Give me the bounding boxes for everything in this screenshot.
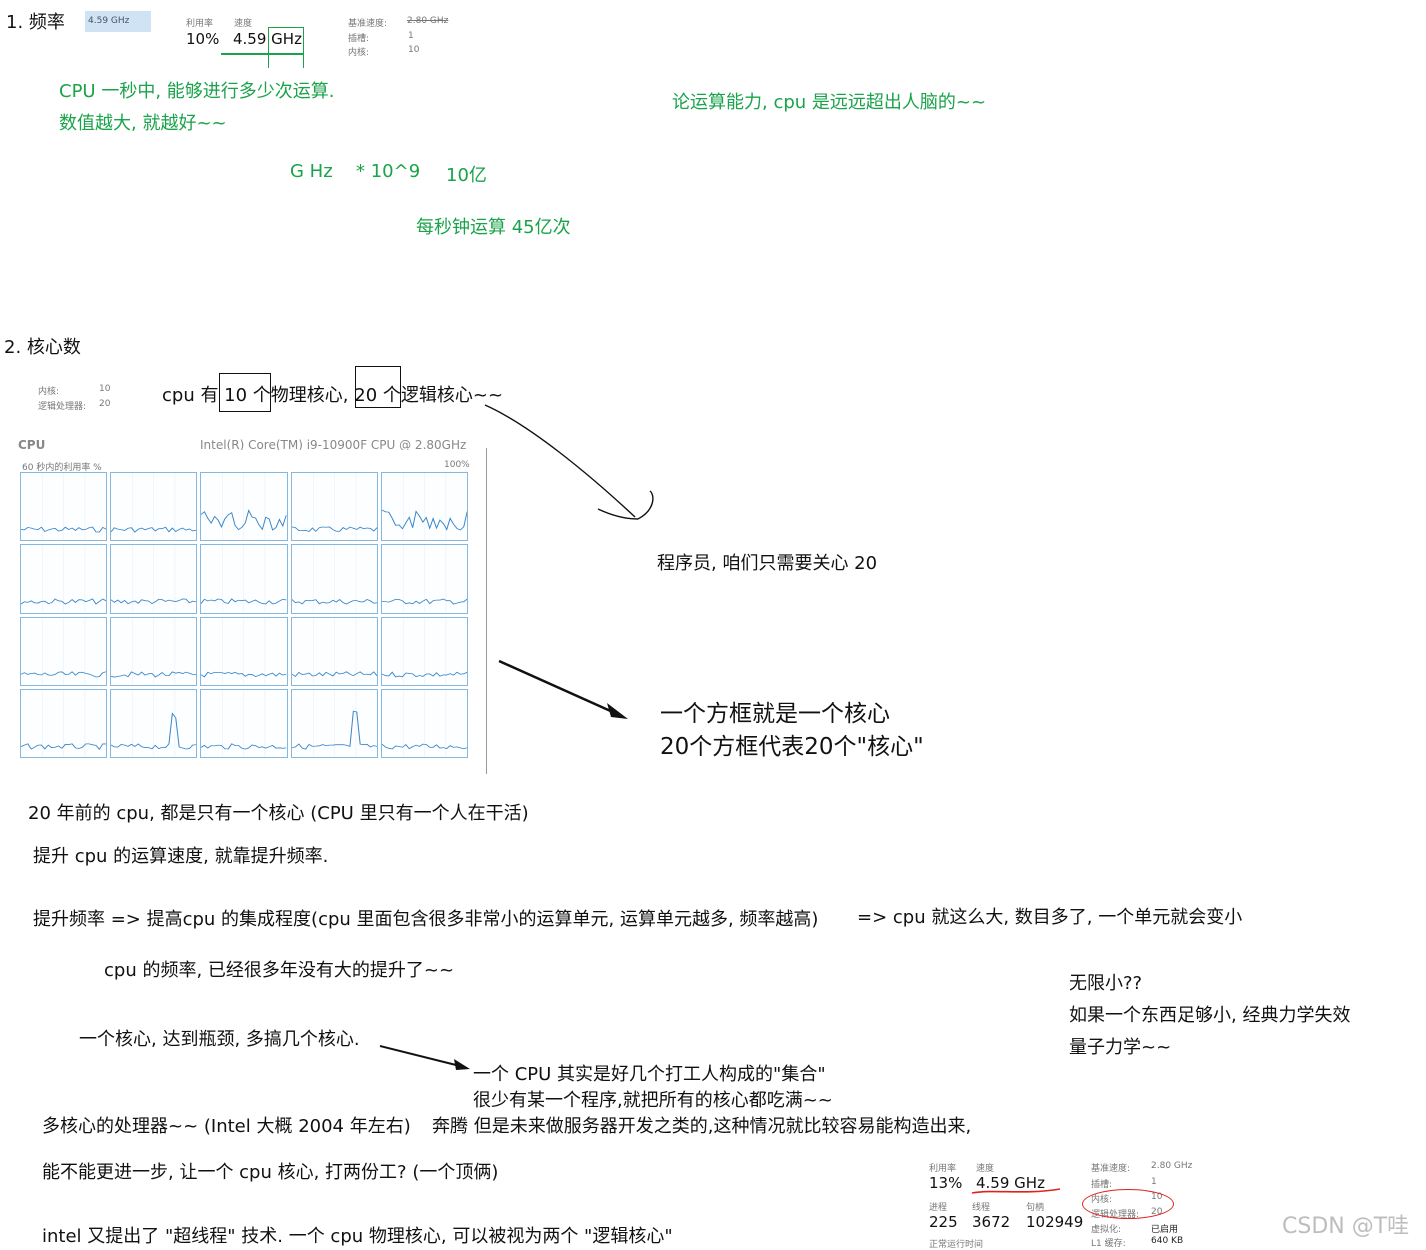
text-infinitely-small: 无限小?? bbox=[1069, 973, 1143, 994]
bp-proc-value: 225 bbox=[929, 1213, 958, 1231]
logical-core-box-mark bbox=[355, 366, 401, 408]
csdn-watermark: CSDN @T哇 bbox=[1282, 1214, 1410, 1239]
logical-label-2: 逻辑处理器: bbox=[38, 402, 87, 412]
box-note-2: 20个方框代表20个"核心" bbox=[660, 734, 924, 760]
base-speed-value: 2.80 GHz bbox=[407, 16, 449, 26]
thumbnail-speed: 4.59 GHz bbox=[88, 16, 130, 26]
cpu-core-graph bbox=[380, 688, 468, 758]
cpu-header-right: Intel(R) Core(TM) i9-10900F CPU @ 2.80GH… bbox=[200, 438, 467, 450]
speed-label: 速度 bbox=[234, 19, 253, 29]
bp-sockets-value: 1 bbox=[1151, 1177, 1157, 1187]
bp-thread-label: 线程 bbox=[972, 1203, 991, 1213]
note-beyond-brain: 论运算能力, cpu 是远远超出人脑的~~ bbox=[672, 92, 987, 113]
section1-heading: 1. 频率 bbox=[6, 12, 65, 33]
box-note-1: 一个方框就是一个核心 bbox=[660, 701, 890, 727]
base-speed-label: 基准速度: bbox=[348, 19, 388, 29]
cpu-header-left: CPU bbox=[18, 438, 46, 450]
bp-base-speed-value: 2.80 GHz bbox=[1151, 1161, 1193, 1171]
cores-label-2: 内核: bbox=[38, 387, 60, 397]
cpu-core-graph bbox=[110, 544, 198, 614]
ghz-unit: G Hz bbox=[290, 161, 333, 182]
cpu-core-graph bbox=[290, 688, 378, 758]
cpu-core-sentence: cpu 有 10 个物理核心, 20 个逻辑核心~~ bbox=[162, 385, 504, 406]
ghz-box-mark bbox=[268, 27, 304, 68]
text-pentium-server: 奔腾 但是未来做服务器开发之类的,这种情况就比较容易能构造出来, bbox=[432, 1116, 972, 1137]
cpu-core-graph bbox=[20, 688, 108, 758]
util-value: 10% bbox=[186, 30, 220, 48]
sockets-value: 1 bbox=[408, 31, 414, 41]
logical-red-circle bbox=[1082, 1189, 1174, 1219]
arrow-to-box-note bbox=[498, 659, 628, 719]
text-quantum: 量子力学~~ bbox=[1069, 1037, 1172, 1058]
sockets-label: 插槽: bbox=[348, 34, 370, 44]
text-integration: 提升频率 => 提高cpu 的集成程度(cpu 里面包含很多非常小的运算单元, … bbox=[33, 909, 819, 930]
text-multicore-2004: 多核心的处理器~~ (Intel 大概 2004 年左右) bbox=[42, 1116, 411, 1137]
text-cpu-workers: 一个 CPU 其实是好几个打工人构成的"集合" bbox=[473, 1064, 826, 1085]
cpu-core-graph bbox=[20, 616, 108, 686]
bp-uptime-label: 正常运行时间 bbox=[929, 1240, 984, 1250]
bp-sockets-label: 插槽: bbox=[1091, 1180, 1113, 1190]
util-label: 利用率 bbox=[186, 19, 214, 29]
bp-l1-value: 640 KB bbox=[1151, 1236, 1184, 1246]
cpu-panel-header: CPU Intel(R) Core(TM) i9-10900F CPU @ 2.… bbox=[18, 438, 470, 450]
bp-speed-label: 速度 bbox=[976, 1164, 995, 1174]
cpu-core-graph bbox=[200, 616, 288, 686]
arrow-to-programmer-note bbox=[484, 404, 654, 520]
text-hyperthreading: intel 又提出了 "超线程" 技术. 一个 cpu 物理核心, 可以被视为两… bbox=[42, 1226, 673, 1247]
speed-red-underline bbox=[971, 1188, 1061, 1194]
text-raise-frequency: 提升 cpu 的运算速度, 就靠提升频率. bbox=[33, 846, 329, 867]
bp-virt-label: 虚拟化: bbox=[1091, 1225, 1122, 1235]
cpu-core-graph bbox=[200, 472, 288, 542]
cpu-core-graph bbox=[20, 544, 108, 614]
logical-value-2: 20 bbox=[99, 399, 111, 409]
cores-value-2: 10 bbox=[99, 384, 111, 394]
cpu-core-graph bbox=[20, 472, 108, 542]
text-rarely-full: 很少有某一个程序,就把所有的核心都吃满~~ bbox=[473, 1090, 833, 1111]
bp-thread-value: 3672 bbox=[972, 1213, 1011, 1231]
cpu-core-graph bbox=[110, 688, 198, 758]
billion-text: 10亿 bbox=[446, 165, 487, 186]
bp-util-value: 13% bbox=[929, 1174, 963, 1192]
bp-l1-label: L1 缓存: bbox=[1091, 1239, 1126, 1249]
cpu-core-graph bbox=[290, 472, 378, 542]
power-of-ten: * 10^9 bbox=[356, 161, 421, 182]
text-more-cores: 一个核心, 达到瓶颈, 多搞几个核心. bbox=[79, 1029, 360, 1050]
note-bigger-better: 数值越大, 就越好~~ bbox=[59, 113, 227, 134]
arrow-to-workers-note bbox=[379, 1045, 470, 1070]
cpu-core-graph bbox=[380, 544, 468, 614]
text-classical-fails: 如果一个东西足够小, 经典力学失效 bbox=[1069, 1005, 1351, 1026]
cpu-core-graph bbox=[380, 616, 468, 686]
speed-thumbnail: 4.59 GHz bbox=[85, 11, 151, 32]
cpu-core-graph bbox=[290, 616, 378, 686]
bp-virt-value: 已启用 bbox=[1151, 1225, 1179, 1235]
note-ops-per-second: CPU 一秒中, 能够进行多少次运算. bbox=[59, 81, 335, 102]
physical-core-box-mark bbox=[219, 373, 271, 412]
bp-proc-label: 进程 bbox=[929, 1203, 948, 1213]
programmer-note: 程序员, 咱们只需要关心 20 bbox=[657, 553, 878, 574]
cpu-core-graph bbox=[200, 544, 288, 614]
text-unit-smaller: => cpu 就这么大, 数目多了, 一个单元就会变小 bbox=[857, 907, 1243, 928]
bp-base-speed-label: 基准速度: bbox=[1091, 1164, 1131, 1174]
cores-value: 10 bbox=[408, 45, 420, 55]
text-no-frequency-gain: cpu 的频率, 已经很多年没有大的提升了~~ bbox=[104, 960, 455, 981]
bp-util-label: 利用率 bbox=[929, 1164, 957, 1174]
text-two-jobs: 能不能更进一步, 让一个 cpu 核心, 打两份工? (一个顶俩) bbox=[42, 1162, 499, 1183]
cores-label: 内核: bbox=[348, 48, 370, 58]
cpu-core-graph bbox=[380, 472, 468, 542]
cpu-core-graph bbox=[110, 616, 198, 686]
text-twenty-years-ago: 20 年前的 cpu, 都是只有一个核心 (CPU 里只有一个人在干活) bbox=[28, 803, 529, 824]
section2-heading: 2. 核心数 bbox=[4, 337, 81, 358]
cpu-core-graph bbox=[290, 544, 378, 614]
cpu-util-max: 100% bbox=[444, 460, 470, 470]
bp-handle-label: 句柄 bbox=[1026, 1203, 1045, 1213]
per-second-ops: 每秒钟运算 45亿次 bbox=[416, 217, 571, 238]
bp-handle-value: 102949 bbox=[1026, 1213, 1084, 1231]
cpu-core-graph bbox=[200, 688, 288, 758]
cpu-core-graph-grid bbox=[20, 472, 468, 758]
cpu-core-graph bbox=[110, 472, 198, 542]
